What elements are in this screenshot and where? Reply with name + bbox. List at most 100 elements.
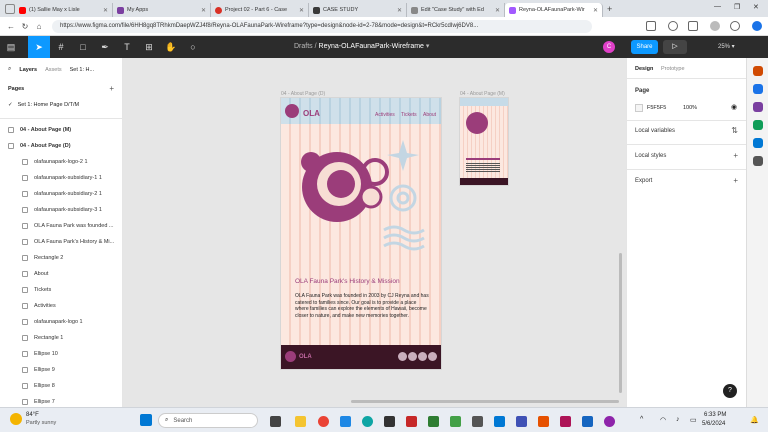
layer-item[interactable]: olafaunapark-logo 1 [0,314,122,330]
layer-item[interactable]: Ellipse 8 [0,378,122,394]
layer-item[interactable]: 04 - About Page (D) [0,138,122,154]
figma-icon[interactable] [604,416,615,427]
new-tab-icon[interactable]: + [607,4,612,14]
app-icon[interactable] [406,416,417,427]
app-icon[interactable] [340,416,351,427]
tab-prototype[interactable]: Prototype [661,66,685,72]
clock-date[interactable]: 5/6/2024 [702,421,725,427]
zoom-level[interactable]: 25% ▾ [718,36,735,58]
back-icon[interactable]: ← [4,22,18,31]
window-close-icon[interactable]: ✕ [753,3,759,11]
variables-icon[interactable]: ⇅ [731,126,738,135]
main-menu-icon[interactable]: ▤ [0,36,22,58]
profile-icon[interactable] [710,21,720,31]
close-icon[interactable]: ✕ [103,7,108,14]
mobile-frame[interactable] [460,98,508,185]
split-view-icon[interactable] [646,21,656,31]
maximize-icon[interactable]: ❐ [734,3,740,11]
shape-tool-icon[interactable]: □ [72,36,94,58]
weather-temp[interactable]: 84°F [26,412,39,418]
page-selector[interactable]: Set 1: H... [70,67,94,73]
local-variables[interactable]: Local variables [635,128,675,134]
tab-layers[interactable]: Layers [19,67,37,73]
tab-project[interactable]: Project 02 - Part 6 - Case ✕ [211,3,309,17]
clock-time[interactable]: 6:33 PM [704,412,726,418]
add-icon[interactable] [752,156,763,166]
share-button[interactable]: Share [631,40,658,54]
volume-icon[interactable]: ♪ [676,416,680,423]
layer-item[interactable]: olafaunapark-logo-2 1 [0,154,122,170]
notification-icon[interactable]: 🔔 [750,416,759,424]
store-icon[interactable] [384,416,395,427]
app-icon[interactable] [472,416,483,427]
page-item[interactable]: ✓ Set 1: Home Page D/T/M [8,102,79,108]
layer-item[interactable]: Rectangle 1 [0,330,122,346]
close-icon[interactable]: ✕ [201,7,206,14]
pen-tool-icon[interactable]: ✒ [94,36,116,58]
app-icon[interactable] [428,416,439,427]
wifi-icon[interactable]: ◠ [660,416,666,424]
hand-tool-icon[interactable]: ✋ [160,36,182,58]
taskbar-search[interactable]: ⌕ Search [158,413,258,428]
layer-item[interactable]: Activities [0,298,122,314]
battery-icon[interactable]: ▭ [690,416,697,424]
tray-chevron-icon[interactable]: ^ [640,416,643,423]
layer-item[interactable]: Ellipse 9 [0,362,122,378]
page-color-hex[interactable]: F5F5F5 [647,105,666,111]
file-explorer-icon[interactable] [295,416,306,427]
tab-actions-icon[interactable] [5,3,15,14]
horizontal-scrollbar[interactable] [351,400,619,403]
page-color-swatch[interactable] [635,104,643,112]
tab-my-apps[interactable]: My Apps ✕ [113,3,211,17]
extension-icon[interactable] [752,102,763,112]
help-icon[interactable]: ? [723,384,737,398]
tab-design[interactable]: Design [635,66,653,72]
layer-item[interactable]: olafaunapark-subsidiary-2 1 [0,186,122,202]
layer-item[interactable]: Rectangle 2 [0,250,122,266]
add-style-icon[interactable]: + [733,151,738,160]
move-tool-icon[interactable]: ➤ [28,36,50,58]
frame-tool-icon[interactable]: # [50,36,72,58]
refresh-icon[interactable]: ↻ [18,22,32,31]
frame-label-mobile[interactable]: 04 - About Page (M) [460,91,505,97]
weather-icon[interactable] [10,413,22,425]
social-icon[interactable] [428,352,437,361]
layer-item[interactable]: 04 - About Page (M) [0,122,122,138]
tab-assets[interactable]: Assets [45,67,62,73]
text-tool-icon[interactable]: T [116,36,138,58]
page-opacity[interactable]: 100% [683,105,697,111]
chrome-icon[interactable] [318,416,329,427]
extension-icon[interactable] [752,138,763,148]
edge-icon[interactable] [362,416,373,427]
layer-item[interactable]: About [0,266,122,282]
minimize-icon[interactable]: — [714,3,721,10]
resources-icon[interactable]: ⊞ [138,36,160,58]
app-icon[interactable] [516,416,527,427]
url-field[interactable]: https://www.figma.com/file/6HH8gq8TRhkmD… [52,19,592,33]
home-icon[interactable]: ⌂ [32,22,46,31]
indesign-icon[interactable] [560,416,571,427]
windows-start-icon[interactable] [140,414,152,426]
app-icon[interactable] [450,416,461,427]
tab-edit-case-study[interactable]: Edit "Case Study" with Ed ✕ [407,3,505,17]
social-icon[interactable] [418,352,427,361]
copilot-icon[interactable] [752,21,762,31]
vscode-icon[interactable] [494,416,505,427]
close-icon[interactable]: ✕ [397,7,402,14]
add-export-icon[interactable]: + [733,176,738,185]
tab-case-study[interactable]: CASE STUDY ✕ [309,3,407,17]
tab-figma-active[interactable]: Reyna-OLAFaunaPark-Wir ✕ [505,3,603,17]
add-page-icon[interactable]: + [109,84,114,93]
social-icon[interactable] [398,352,407,361]
illustrator-icon[interactable] [538,416,549,427]
eye-icon[interactable]: ◉ [731,103,737,111]
nav-about[interactable]: About [423,112,436,118]
layer-item[interactable]: Tickets [0,282,122,298]
nav-tickets[interactable]: Tickets [401,112,417,118]
collections-icon[interactable] [688,21,698,31]
search-icon[interactable]: ⌕ [8,66,11,73]
avatar[interactable]: C [603,41,615,53]
favorites-icon[interactable] [668,21,678,31]
task-view-icon[interactable] [270,416,281,427]
layer-item[interactable]: olafaunapark-subsidiary-3 1 [0,202,122,218]
